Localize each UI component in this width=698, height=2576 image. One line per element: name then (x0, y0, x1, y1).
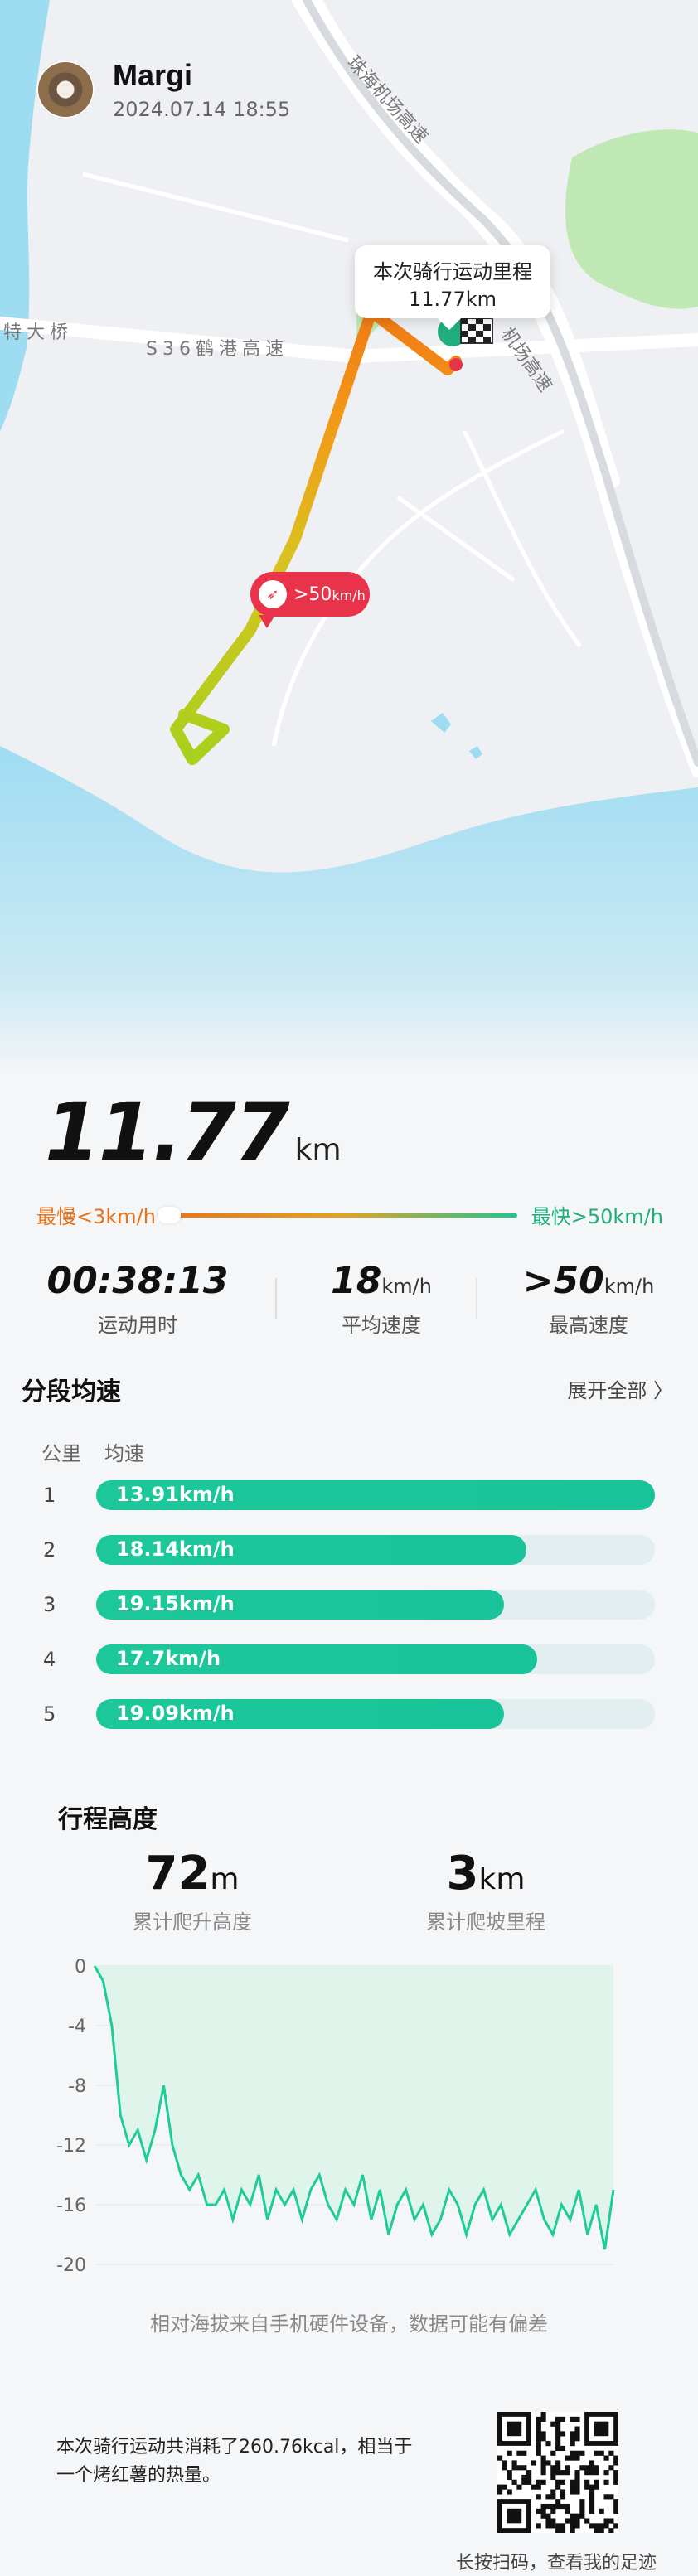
segment-speed: 19.09km/h (116, 1702, 235, 1725)
segment-row: 1 13.91km/h (0, 1480, 698, 1513)
calorie-text: 本次骑行运动共消耗了260.76kcal，相当于一个烤红薯的热量。 (56, 2437, 413, 2486)
segment-speed: 13.91km/h (116, 1483, 235, 1506)
y-tick-label: 0 (75, 1957, 86, 1978)
altitude-chart: 0 -4 -8 -12 -16 -20 (33, 1954, 630, 2289)
avg-speed-stat: 18km/h 平均速度 (298, 1260, 464, 1338)
segment-track: 19.15km/h (96, 1590, 655, 1620)
avg-speed-value: 18 (331, 1260, 382, 1302)
speed-range-legend: 最慢<3km/h 最快>50km/h (36, 1200, 663, 1233)
route-map[interactable]: 珠海机场高速 S36鹤港高速 特大桥 机场高速 (0, 0, 698, 1077)
speed-marker-unit: km/h (332, 587, 366, 603)
segment-speed: 19.15km/h (116, 1592, 235, 1615)
duration-stat: 00:38:13 运动用时 (46, 1260, 229, 1338)
slowest-label: 最慢<3km/h (36, 1205, 156, 1228)
distance-value: 11.77 (45, 1086, 290, 1179)
distance-unit: km (294, 1133, 342, 1167)
avg-speed-unit: km/h (381, 1275, 432, 1298)
climb-distance-label: 累计爬坡里程 (426, 1910, 545, 1934)
segment-row: 3 19.15km/h (0, 1590, 698, 1623)
segment-km: 3 (43, 1593, 56, 1616)
tooltip-label: 本次骑行运动里程 (373, 260, 532, 283)
max-speed-unit: km/h (603, 1275, 655, 1298)
climb-label: 累计爬升高度 (133, 1910, 252, 1934)
user-name: Margi (113, 58, 193, 92)
y-tick-label: -4 (68, 2017, 86, 2037)
climb-stat: 72m 累计爬升高度 (68, 1847, 317, 1934)
max-speed-stat: >50km/h 最高速度 (506, 1260, 671, 1338)
segment-km: 2 (43, 1538, 56, 1562)
qr-caption: 长按扫码，查看我的足迹 (456, 2553, 657, 2574)
qr-code-image (497, 2412, 619, 2534)
rocket-icon: ➶ (259, 580, 287, 608)
duration-value: 00:38:13 (46, 1260, 229, 1302)
speed-range-knob (158, 1207, 181, 1223)
segment-km: 1 (43, 1484, 56, 1507)
climb-distance-value: 3 (446, 1847, 479, 1901)
segment-km: 4 (43, 1648, 56, 1671)
user-header: Margi 2024.07.14 18:55 (36, 58, 290, 121)
segment-speed: 17.7km/h (116, 1647, 221, 1670)
stat-divider (275, 1278, 277, 1319)
climb-unit: m (210, 1862, 240, 1896)
avg-speed-label: 平均速度 (342, 1314, 421, 1337)
segment-track: 17.7km/h (96, 1644, 655, 1674)
total-distance: 11.77 km (45, 1086, 342, 1179)
col-speed: 均速 (104, 1442, 144, 1465)
climb-distance-unit: km (478, 1862, 526, 1896)
segment-row: 2 18.14km/h (0, 1535, 698, 1568)
climb-distance-stat: 3km 累计爬坡里程 (361, 1847, 610, 1934)
top-speed-marker[interactable]: ➶ >50km/h (250, 572, 370, 628)
segment-track: 18.14km/h (96, 1535, 655, 1565)
col-km: 公里 (41, 1442, 81, 1465)
altitude-note: 相对海拔来自手机硬件设备，数据可能有偏差 (150, 2312, 548, 2336)
road-label-s36: S36鹤港高速 (146, 339, 288, 360)
speed-gradient-bar (167, 1213, 517, 1218)
duration-label: 运动用时 (98, 1314, 177, 1337)
expand-all-button[interactable]: 展开全部 〉 (567, 1374, 673, 1403)
altitude-chart-svg: 0 -4 -8 -12 -16 -20 (56, 1957, 615, 2276)
segment-km: 5 (43, 1702, 56, 1726)
road-label-bridge: 特大桥 (3, 322, 73, 343)
y-tick-label: -8 (68, 2076, 86, 2097)
qr-code[interactable] (497, 2412, 619, 2534)
max-speed-label: 最高速度 (549, 1314, 628, 1337)
segment-track: 19.09km/h (96, 1699, 655, 1729)
segment-speed: 18.14km/h (116, 1537, 235, 1561)
segment-row: 4 17.7km/h (0, 1644, 698, 1678)
y-tick-label: -12 (56, 2136, 86, 2157)
distance-tooltip: 本次骑行运动里程 11.77km (355, 245, 550, 331)
segment-track: 13.91km/h (96, 1480, 655, 1510)
segment-table-header: 公里 均速 (41, 1437, 167, 1466)
avatar[interactable] (36, 61, 95, 119)
y-tick-label: -20 (56, 2255, 86, 2276)
climb-value: 72 (145, 1847, 211, 1901)
segment-speed-title: 分段均速 (22, 1378, 121, 1407)
y-tick-label: -16 (56, 2196, 86, 2216)
speed-marker-value: >50 (293, 583, 332, 605)
map-canvas: 珠海机场高速 S36鹤港高速 特大桥 机场高速 (0, 0, 698, 1077)
max-speed-value: >50 (522, 1260, 604, 1302)
stat-divider (476, 1278, 477, 1319)
segment-row: 5 19.09km/h (0, 1699, 698, 1732)
fastest-label: 最快>50km/h (531, 1205, 663, 1228)
summary-stats: 00:38:13 运动用时 18km/h 平均速度 >50km/h 最高速度 (0, 1260, 698, 1343)
tooltip-value: 11.77km (409, 288, 497, 311)
activity-datetime: 2024.07.14 18:55 (113, 98, 291, 121)
altitude-title: 行程高度 (58, 1805, 158, 1834)
